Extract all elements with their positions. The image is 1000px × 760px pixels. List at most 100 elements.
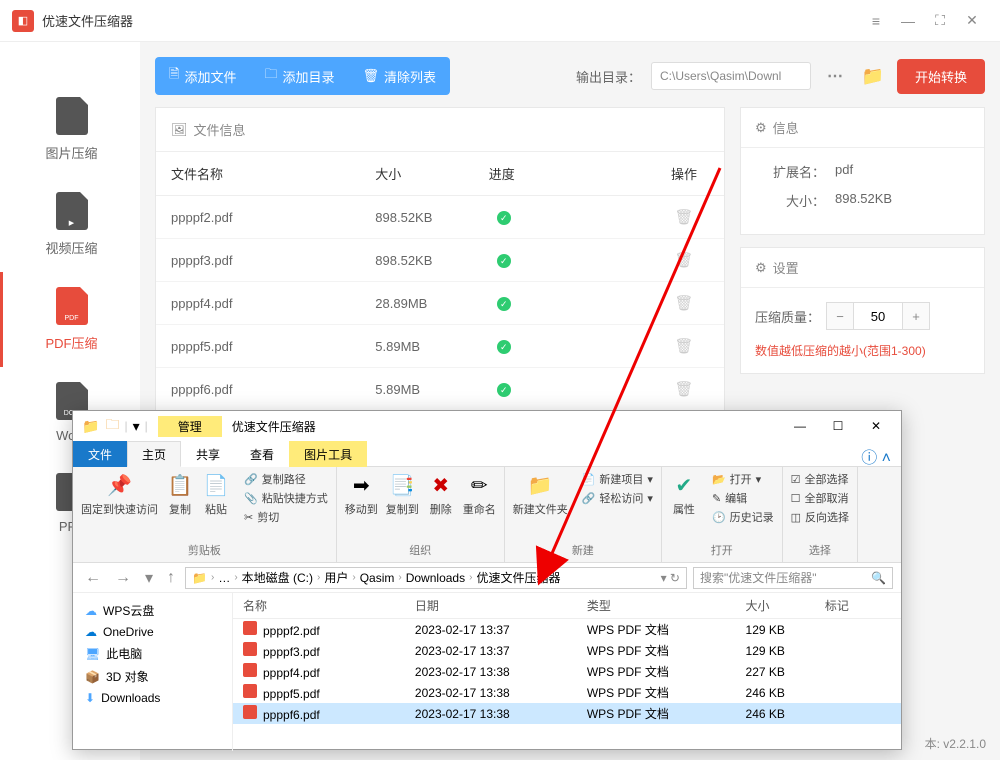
plus-button[interactable]: + <box>902 302 930 330</box>
maximize-icon[interactable]: ⛶ <box>924 5 956 37</box>
delete-row-icon[interactable]: 🗑 <box>674 295 693 312</box>
explorer-side-item[interactable]: 📦3D 对象 <box>73 665 232 688</box>
fcol-size[interactable]: 大小 <box>746 597 825 614</box>
table-row[interactable]: ppppf5.pdf 5.89MB ✓ 🗑 <box>156 325 724 368</box>
move-button[interactable]: ➡移动到 <box>345 471 378 517</box>
ext-value: pdf <box>835 162 853 181</box>
pdf-icon <box>243 663 257 677</box>
nav-back-icon[interactable]: ← <box>81 569 105 587</box>
explorer-window: 📁 🗀 | ▾ | 管理 优速文件压缩器 — ☐ ✕ 文件 主页 共享 查看 图… <box>72 410 902 750</box>
copy-button[interactable]: 📋复制 <box>166 471 194 525</box>
new-folder-button[interactable]: 📁新建文件夹 <box>513 471 568 517</box>
delete-row-icon[interactable]: 🗑 <box>674 252 693 269</box>
new-item-button[interactable]: 📄新建项目▾ <box>582 471 653 487</box>
explorer-close-icon[interactable]: ✕ <box>857 419 895 433</box>
edit-button[interactable]: ✎编辑 <box>712 490 747 506</box>
search-input[interactable]: 搜索"优速文件压缩器"🔍 <box>693 567 893 589</box>
select-invert-button[interactable]: ◫反向选择 <box>791 509 849 525</box>
fcol-name[interactable]: 名称 <box>243 597 415 614</box>
explorer-side-item[interactable]: 🖥此电脑 <box>73 642 232 665</box>
close-icon[interactable]: ✕ <box>956 5 988 37</box>
copy-icon: 📋 <box>166 471 194 499</box>
rename-button[interactable]: ✏重命名 <box>463 471 496 517</box>
select-all-button[interactable]: ☑全部选择 <box>791 471 849 487</box>
explorer-file-row[interactable]: ppppf6.pdf 2023-02-17 13:38 WPS PDF 文档 2… <box>233 703 901 724</box>
add-file-button[interactable]: 🗎添加文件 <box>155 57 250 95</box>
check-icon: ✓ <box>497 211 511 225</box>
pin-button[interactable]: 📌固定到快速访问 <box>81 471 158 525</box>
fcol-tag[interactable]: 标记 <box>825 597 891 614</box>
sidebar-item-image[interactable]: 图片压缩 <box>0 82 140 177</box>
history-button[interactable]: 🕑历史记录 <box>712 509 774 525</box>
col-size: 大小 <box>375 164 488 183</box>
sidebar-item-video[interactable]: ▶视频压缩 <box>0 177 140 272</box>
explorer-file-row[interactable]: ppppf3.pdf 2023-02-17 13:37 WPS PDF 文档 1… <box>233 640 901 661</box>
toolbar: 🗎添加文件 🗀添加目录 🗑清除列表 输出目录： ⋯ 📁 开始转换 <box>155 57 985 95</box>
explorer-minimize-icon[interactable]: — <box>781 419 819 433</box>
explorer-side-item[interactable]: ⬇Downloads <box>73 688 232 708</box>
easy-access-button[interactable]: 🔗轻松访问▾ <box>582 490 653 506</box>
select-none-button[interactable]: ☐全部取消 <box>791 490 849 506</box>
sidebar-item-pdf[interactable]: PDFPDF压缩 <box>0 272 140 367</box>
minimize-icon[interactable]: — <box>892 5 924 37</box>
delete-row-icon[interactable]: 🗑 <box>674 381 693 398</box>
convert-button[interactable]: 开始转换 <box>897 59 985 94</box>
nav-down-icon[interactable]: ▾ <box>141 568 157 588</box>
cut-button[interactable]: ✂剪切 <box>244 509 279 525</box>
tab-share[interactable]: 共享 <box>181 441 235 467</box>
nav-up-icon[interactable]: ↑ <box>163 569 179 587</box>
table-row[interactable]: ppppf2.pdf 898.52KB ✓ 🗑 <box>156 196 724 239</box>
paste-button[interactable]: 📄粘贴 <box>202 471 230 525</box>
chevron-down-icon[interactable]: ▾ <box>133 418 140 435</box>
tab-tool[interactable]: 图片工具 <box>289 441 367 467</box>
copyto-button[interactable]: 📑复制到 <box>386 471 419 517</box>
tab-home[interactable]: 主页 <box>127 441 181 467</box>
quality-label: 压缩质量： <box>755 307 820 326</box>
clear-list-button[interactable]: 🗑清除列表 <box>349 57 451 95</box>
check-icon: ✓ <box>497 383 511 397</box>
explorer-sidebar: ☁WPS云盘☁OneDrive🖥此电脑📦3D 对象⬇Downloads <box>73 593 233 751</box>
image-icon: 🖼 <box>171 122 188 138</box>
menu-icon[interactable]: ≡ <box>860 5 892 37</box>
table-row[interactable]: ppppf6.pdf 5.89MB ✓ 🗑 <box>156 368 724 411</box>
explorer-title: 优速文件压缩器 <box>232 418 316 435</box>
col-action: 操作 <box>659 164 709 183</box>
side-icon: ☁ <box>85 604 97 618</box>
delete-row-icon[interactable]: 🗑 <box>674 209 693 226</box>
browse-icon[interactable]: ⋯ <box>821 66 849 86</box>
open-folder-icon[interactable]: 📁 <box>859 62 887 90</box>
open-button[interactable]: 📂打开▾ <box>712 471 761 487</box>
quality-stepper[interactable]: − + <box>826 302 930 330</box>
pdf-icon <box>243 684 257 698</box>
copy-path-button[interactable]: 🔗复制路径 <box>244 471 306 487</box>
explorer-maximize-icon[interactable]: ☐ <box>819 419 857 433</box>
explorer-file-row[interactable]: ppppf5.pdf 2023-02-17 13:38 WPS PDF 文档 2… <box>233 682 901 703</box>
manage-tab[interactable]: 管理 <box>158 416 222 437</box>
delete-button[interactable]: ✖删除 <box>427 471 455 517</box>
tab-view[interactable]: 查看 <box>235 441 289 467</box>
add-dir-button[interactable]: 🗀添加目录 <box>250 57 348 95</box>
delete-row-icon[interactable]: 🗑 <box>674 338 693 355</box>
help-icon[interactable]: ⓘ ˄ <box>851 441 901 467</box>
properties-button[interactable]: ✔属性 <box>670 471 698 525</box>
explorer-file-row[interactable]: ppppf4.pdf 2023-02-17 13:38 WPS PDF 文档 2… <box>233 661 901 682</box>
minus-button[interactable]: − <box>826 302 854 330</box>
file-plus-icon: 🗎 <box>169 65 179 87</box>
nav-fwd-icon[interactable]: → <box>111 569 135 587</box>
explorer-side-item[interactable]: ☁OneDrive <box>73 622 232 642</box>
tab-file[interactable]: 文件 <box>73 441 127 467</box>
paste-shortcut-button[interactable]: 📎粘贴快捷方式 <box>244 490 328 506</box>
file-size: 28.89MB <box>375 296 488 311</box>
fcol-type[interactable]: 类型 <box>587 597 746 614</box>
check-icon: ✓ <box>497 297 511 311</box>
move-icon: ➡ <box>347 471 375 499</box>
table-row[interactable]: ppppf3.pdf 898.52KB ✓ 🗑 <box>156 239 724 282</box>
output-path-input[interactable] <box>651 62 811 90</box>
sidebar-item-label: PDF压缩 <box>45 333 97 352</box>
quality-input[interactable] <box>854 302 902 330</box>
table-row[interactable]: ppppf4.pdf 28.89MB ✓ 🗑 <box>156 282 724 325</box>
path-input[interactable]: 📁 ›… ›本地磁盘 (C:) ›用户 ›Qasim ›Downloads ›优… <box>185 567 687 589</box>
fcol-date[interactable]: 日期 <box>415 597 587 614</box>
explorer-file-row[interactable]: ppppf2.pdf 2023-02-17 13:37 WPS PDF 文档 1… <box>233 619 901 640</box>
explorer-side-item[interactable]: ☁WPS云盘 <box>73 599 232 622</box>
